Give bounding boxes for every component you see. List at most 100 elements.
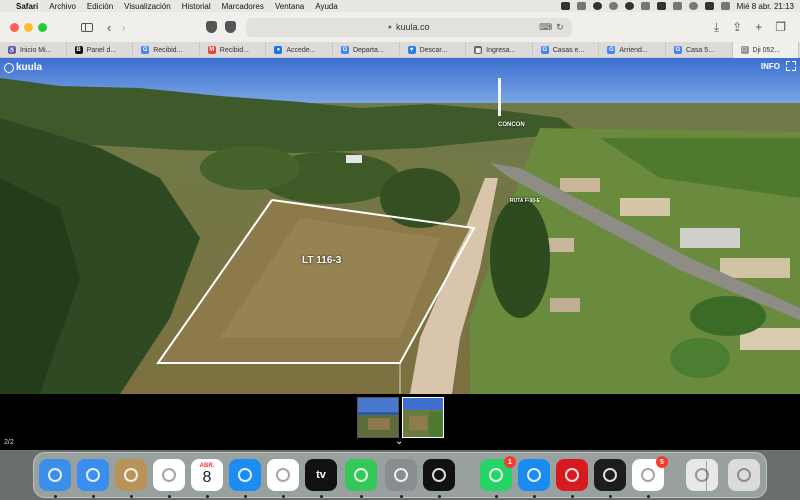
- aerial-panorama-image[interactable]: [0, 58, 800, 394]
- tab-5[interactable]: ● Accede...: [266, 42, 333, 58]
- running-indicator: [92, 495, 95, 498]
- tab-label: Recibid...: [153, 46, 183, 54]
- notification-badge: 5: [656, 456, 668, 468]
- status-control-center-icon[interactable]: [720, 2, 730, 10]
- spotify-icon[interactable]: [423, 459, 455, 491]
- app-store-icon[interactable]: [229, 459, 261, 491]
- reload-icon[interactable]: ↻: [556, 22, 564, 33]
- running-indicator: [320, 495, 323, 498]
- minimize-window-button[interactable]: [24, 22, 33, 32]
- panorama-thumbnail-2[interactable]: [402, 397, 444, 438]
- tab-8[interactable]: ▣ Ingresa...: [466, 42, 533, 58]
- settings-glyph: [394, 468, 408, 482]
- status-search-icon[interactable]: [704, 2, 714, 10]
- status-app-icon[interactable]: [560, 2, 570, 10]
- forward-button-icon[interactable]: ›: [121, 21, 125, 34]
- extension-shield-icon[interactable]: [224, 21, 236, 33]
- tab-12[interactable]: □ Dji 052...: [732, 42, 800, 58]
- status-m-icon[interactable]: [624, 2, 634, 10]
- running-indicator: [438, 495, 441, 498]
- new-tab-icon[interactable]: +: [755, 20, 762, 34]
- reminders-icon[interactable]: [267, 459, 299, 491]
- settings-icon[interactable]: [385, 459, 417, 491]
- status-dropbox-icon[interactable]: [640, 2, 650, 10]
- lot-label: LT 116-3: [302, 255, 342, 266]
- tab-label: Casa 5...: [685, 46, 714, 54]
- finder-icon[interactable]: [39, 459, 71, 491]
- status-battery-icon[interactable]: [672, 2, 682, 10]
- tab-7[interactable]: ♥ Descar...: [400, 42, 467, 58]
- menu-visualizacion[interactable]: Visualización: [124, 2, 171, 11]
- tab-10[interactable]: G Arriend...: [599, 42, 666, 58]
- tv-label: tv: [316, 469, 326, 481]
- tab-overview-icon[interactable]: ❐: [775, 20, 786, 34]
- chevron-down-icon[interactable]: ⌄: [395, 436, 403, 447]
- back-button-icon[interactable]: ‹: [107, 21, 111, 34]
- window-controls: [10, 22, 47, 32]
- trash-icon[interactable]: [728, 459, 760, 491]
- tab-4[interactable]: M Recibid...: [200, 42, 267, 58]
- zoom-window-button[interactable]: [38, 22, 47, 32]
- tab-3[interactable]: G Recibid...: [133, 42, 200, 58]
- preview-icon[interactable]: [686, 459, 718, 491]
- address-bar[interactable]: ● kuula.co ⌨ ↻: [245, 17, 572, 37]
- running-indicator: [495, 495, 498, 498]
- whatsapp-icon[interactable]: 1: [480, 456, 516, 491]
- panorama-thumbnail-1[interactable]: [357, 397, 399, 438]
- tab-9[interactable]: G Casas e...: [533, 42, 600, 58]
- contacts-icon[interactable]: [115, 459, 147, 491]
- running-indicator: [571, 495, 574, 498]
- close-window-button[interactable]: [10, 22, 19, 32]
- menu-archivo[interactable]: Archivo: [49, 2, 76, 11]
- running-indicator: [168, 495, 171, 498]
- tab-label: Recibid...: [219, 46, 249, 54]
- kuula-logo[interactable]: kuula: [4, 62, 42, 73]
- translate-icon[interactable]: ⌨: [539, 22, 552, 33]
- photos-glyph: [162, 468, 176, 482]
- tab-label: Ingresa...: [486, 46, 516, 54]
- tab-favicon-icon: G: [607, 46, 616, 54]
- tab-6[interactable]: G Departa...: [333, 42, 400, 58]
- menu-ayuda[interactable]: Ayuda: [315, 2, 338, 11]
- menu-historial[interactable]: Historial: [182, 2, 211, 11]
- info-button[interactable]: INFO: [761, 62, 780, 71]
- status-camera-icon[interactable]: [576, 2, 586, 10]
- sidebar-toggle-icon[interactable]: [81, 22, 93, 32]
- tab-label: Departa...: [352, 46, 384, 54]
- menu-ventana[interactable]: Ventana: [275, 2, 304, 11]
- share-icon[interactable]: ⇪: [732, 20, 742, 34]
- app-store-glyph: [238, 468, 252, 482]
- microsoft-icon[interactable]: 5: [632, 456, 668, 491]
- menubar-clock[interactable]: Mié 8 abr. 21:13: [737, 2, 794, 11]
- menu-marcadores[interactable]: Marcadores: [222, 2, 264, 11]
- status-owl-icon[interactable]: [592, 2, 602, 10]
- menu-edicion[interactable]: Edición: [87, 2, 113, 11]
- tab-2[interactable]: B Panel d...: [67, 42, 134, 58]
- calendar-icon[interactable]: ABR. 8: [191, 459, 223, 491]
- menu-bar: Safari Archivo Edición Visualización His…: [0, 0, 800, 12]
- address-bar-actions: ⌨ ↻: [539, 22, 564, 33]
- panorama-counter: 2/2: [4, 439, 14, 446]
- safari-icon[interactable]: [518, 459, 550, 491]
- status-wifi-icon[interactable]: [688, 2, 698, 10]
- mail-icon[interactable]: [77, 459, 109, 491]
- tab-11[interactable]: G Casa 5...: [666, 42, 733, 58]
- status-record-icon[interactable]: [608, 2, 618, 10]
- messages-icon[interactable]: [345, 459, 377, 491]
- tab-favicon-icon: M: [207, 46, 216, 54]
- tab-1[interactable]: ♿ Inicio Mi...: [0, 42, 67, 58]
- acrobat-icon[interactable]: [556, 459, 588, 491]
- privacy-shield-icon[interactable]: [205, 21, 217, 33]
- menu-app[interactable]: Safari: [16, 2, 38, 11]
- fullscreen-icon[interactable]: [786, 61, 796, 71]
- tv-icon[interactable]: tv: [305, 459, 337, 491]
- running-indicator: [400, 495, 403, 498]
- status-keyboard-icon[interactable]: [656, 2, 666, 10]
- tab-label: Dji 052...: [752, 46, 781, 54]
- activity-monitor-glyph: [603, 468, 617, 482]
- safari-glyph: [527, 468, 541, 482]
- download-icon[interactable]: ⤓: [714, 20, 719, 35]
- panorama-viewer[interactable]: kuula INFO CONCON RUTA F-30-E LT 116-3: [0, 58, 800, 394]
- photos-icon[interactable]: [153, 459, 185, 491]
- activity-monitor-icon[interactable]: [594, 459, 626, 491]
